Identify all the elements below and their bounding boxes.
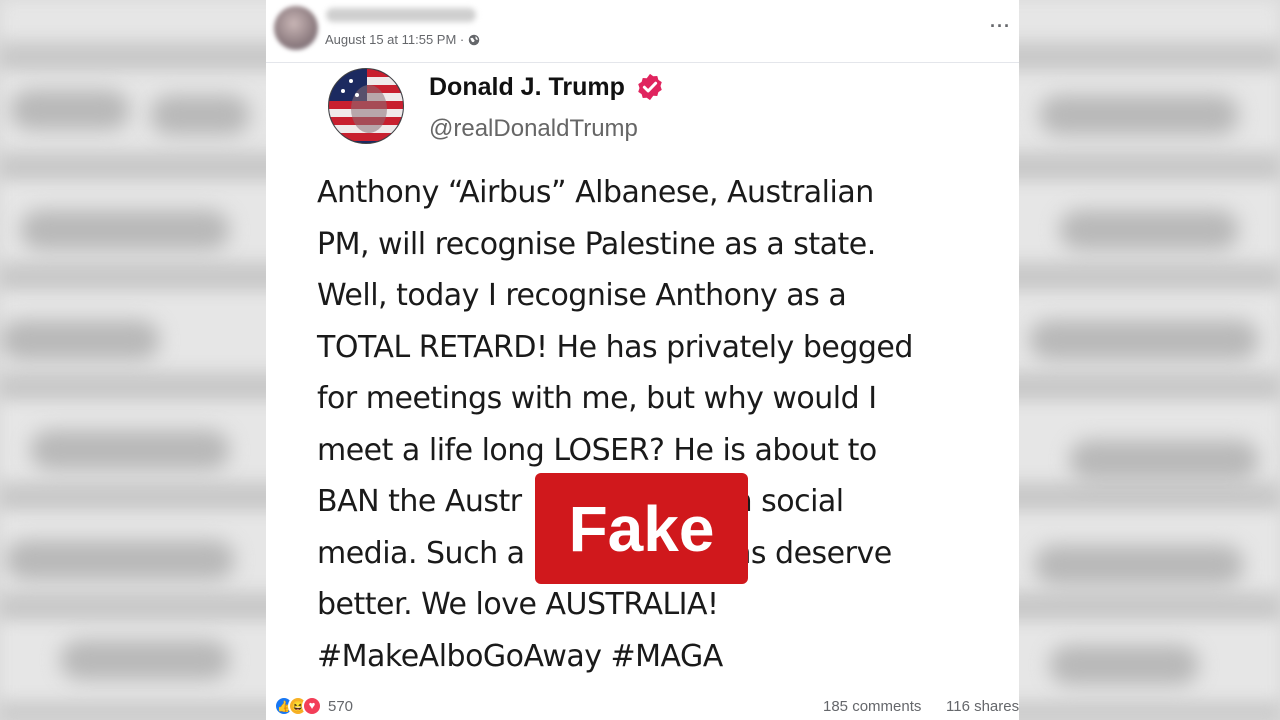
tweet-screenshot: Donald J. Trump @realDonaldTrump Anthony… bbox=[266, 63, 1019, 685]
reaction-count[interactable]: 570 bbox=[328, 698, 353, 715]
tweet-author-name-text: Donald J. Trump bbox=[429, 72, 625, 101]
blurred-background-right bbox=[1019, 0, 1280, 720]
tweet-line: #MakeAlboGoAway #MAGA bbox=[317, 638, 723, 674]
comments-count-link[interactable]: 185 comments bbox=[823, 698, 921, 715]
poster-name-blurred[interactable] bbox=[326, 8, 476, 22]
tweet-text: Anthony “Airbus” Albanese, Australian PM… bbox=[317, 167, 1007, 682]
reactions-summary[interactable]: 👍 😆 ♥ 570 bbox=[274, 696, 353, 716]
shares-count-link[interactable]: 116 shares bbox=[946, 698, 1019, 715]
verified-badge-icon bbox=[638, 73, 662, 101]
tweet-line: better. We love AUSTRALIA! bbox=[317, 587, 719, 622]
tweet-line: PM, will recognise Palestine as a state. bbox=[317, 226, 876, 262]
post-footer: 👍 😆 ♥ 570 185 comments 116 shares bbox=[266, 685, 1019, 720]
facebook-post: August 15 at 11:55 PM · ··· Donald J. Tr… bbox=[266, 0, 1019, 720]
more-horizontal-icon[interactable]: ··· bbox=[990, 16, 1011, 37]
tweet-line: Anthony “Airbus” Albanese, Australian bbox=[317, 175, 874, 210]
post-date[interactable]: August 15 at 11:55 PM · bbox=[325, 32, 464, 47]
fake-label-badge: Fake bbox=[535, 473, 748, 584]
tweet-line: for meetings with me, but why would I bbox=[317, 381, 877, 416]
tweet-author-handle: @realDonaldTrump bbox=[429, 115, 638, 142]
globe-icon bbox=[468, 34, 480, 45]
tweet-line: Well, today I recognise Anthony as a bbox=[317, 278, 847, 313]
flag-portrait-image bbox=[329, 69, 403, 143]
post-timestamp[interactable]: August 15 at 11:55 PM · bbox=[325, 32, 480, 47]
tweet-line: meet a life long LOSER? He is about to bbox=[317, 432, 877, 468]
tweet-author-name: Donald J. Trump bbox=[429, 72, 665, 102]
love-icon: ♥ bbox=[302, 696, 322, 716]
blurred-background-left bbox=[0, 0, 266, 720]
post-header: August 15 at 11:55 PM · ··· bbox=[266, 0, 1019, 62]
tweet-line: TOTAL RETARD! He has privately begged bbox=[317, 329, 913, 365]
poster-avatar-blurred[interactable] bbox=[274, 6, 318, 50]
tweet-author-avatar bbox=[328, 68, 404, 144]
